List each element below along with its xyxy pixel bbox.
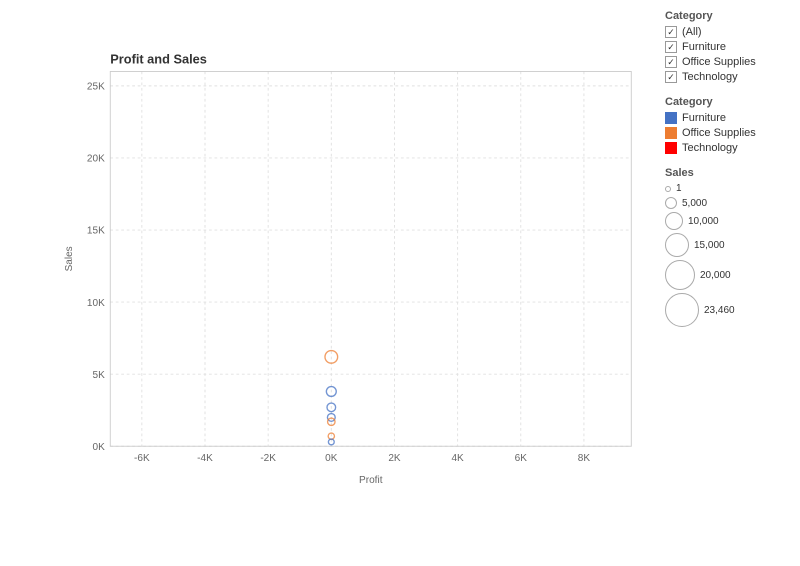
legend-size-label: 5,000: [682, 198, 707, 209]
svg-text:Sales: Sales: [64, 246, 75, 271]
legend-size-circle: [665, 233, 689, 257]
legend-color-label: Office Supplies: [682, 127, 756, 139]
legend-size-item: 5,000: [665, 197, 790, 209]
legend-color-label: Technology: [682, 142, 738, 154]
legend-size-circle: [665, 186, 671, 192]
legend-color-swatch: [665, 127, 677, 139]
legend-filter-item[interactable]: ✓ (All): [665, 26, 790, 38]
legend-color-item: Technology: [665, 142, 790, 154]
legend-size-label: 15,000: [694, 240, 725, 251]
svg-text:4K: 4K: [451, 453, 464, 464]
svg-text:Profit: Profit: [359, 475, 383, 486]
legend-filter-item[interactable]: ✓ Office Supplies: [665, 56, 790, 68]
legend-color-swatch: [665, 142, 677, 154]
svg-text:20K: 20K: [87, 154, 105, 165]
legend-filter-item[interactable]: ✓ Technology: [665, 71, 790, 83]
legend-size-label: 20,000: [700, 270, 731, 281]
legend-filter-label: Technology: [682, 71, 738, 83]
svg-text:10K: 10K: [87, 298, 105, 309]
legend-size-item: 23,460: [665, 293, 790, 327]
svg-text:2K: 2K: [388, 453, 401, 464]
svg-text:25K: 25K: [87, 82, 105, 93]
legend-color-swatch: [665, 112, 677, 124]
legend-checkbox[interactable]: ✓: [665, 56, 677, 68]
svg-text:15K: 15K: [87, 226, 105, 237]
legend-color-label: Furniture: [682, 112, 726, 124]
legend-checkbox[interactable]: ✓: [665, 26, 677, 38]
legend-filter-label: (All): [682, 26, 702, 38]
legend-color-item: Furniture: [665, 112, 790, 124]
legend-size-item: 10,000: [665, 212, 790, 230]
legend-size-title: Sales: [665, 167, 790, 179]
svg-text:6K: 6K: [515, 453, 528, 464]
svg-text:Profit and Sales: Profit and Sales: [110, 51, 207, 66]
svg-text:-6K: -6K: [134, 453, 150, 464]
legend-color-title: Category: [665, 96, 790, 108]
svg-text:-2K: -2K: [260, 453, 276, 464]
legend-filter-title: Category: [665, 10, 790, 22]
scatter-plot: -6K -4K -2K 0K 2K 4K 6K 8K 0K 5K 10K 15K 20K 25K Sales…: [60, 30, 645, 506]
legend-filter-label: Office Supplies: [682, 56, 756, 68]
legend-filter-label: Furniture: [682, 41, 726, 53]
svg-text:0K: 0K: [325, 453, 338, 464]
legend-checkbox[interactable]: ✓: [665, 71, 677, 83]
legend-size-circle: [665, 212, 683, 230]
legend-size-item: 15,000: [665, 233, 790, 257]
chart-container: Profit and Sales Sales Profit -6K -4K -2K 0…: [0, 0, 655, 566]
svg-text:0K: 0K: [92, 442, 105, 453]
legend-size-item: 1: [665, 183, 790, 194]
legend-size-label: 10,000: [688, 216, 719, 227]
legend-size-circle: [665, 260, 695, 290]
legend-size-label: 23,460: [704, 305, 735, 316]
legend-size-circle: [665, 293, 699, 327]
svg-text:-4K: -4K: [197, 453, 213, 464]
legend-filter-item[interactable]: ✓ Furniture: [665, 41, 790, 53]
legend-color-item: Office Supplies: [665, 127, 790, 139]
legend-panel: Category ✓ (All) ✓ Furniture ✓ Office Supplie…: [655, 0, 800, 566]
legend-checkbox[interactable]: ✓: [665, 41, 677, 53]
svg-text:8K: 8K: [578, 453, 591, 464]
legend-size-label: 1: [676, 183, 682, 194]
legend-size-item: 20,000: [665, 260, 790, 290]
svg-text:5K: 5K: [92, 370, 105, 381]
legend-size-circle: [665, 197, 677, 209]
